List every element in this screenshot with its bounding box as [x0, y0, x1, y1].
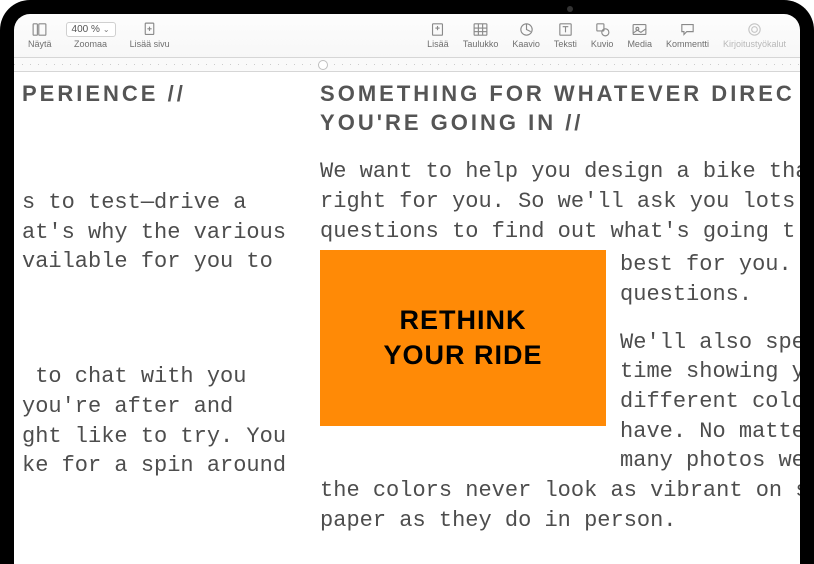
chart-label: Kaavio	[512, 39, 540, 49]
shape-button[interactable]: Kuvio	[585, 20, 620, 49]
chart-icon	[516, 20, 536, 38]
toolbar: Näytä 400 % ⌄ Zoomaa Lisää sivu	[14, 14, 800, 58]
table-label: Taulukko	[463, 39, 499, 49]
add-page-label: Lisää sivu	[130, 39, 170, 49]
left-column: PERIENCE // s to test—drive a at's why t…	[14, 80, 294, 564]
insert-button[interactable]: Lisää	[421, 20, 455, 49]
writing-tools-icon	[744, 20, 764, 38]
document-canvas[interactable]: PERIENCE // s to test—drive a at's why t…	[14, 72, 800, 564]
add-page-icon	[140, 20, 160, 38]
view-icon	[30, 20, 50, 38]
page-break-marker[interactable]	[318, 60, 328, 70]
chevron-down-icon: ⌄	[103, 25, 110, 34]
insert-label: Lisää	[427, 39, 449, 49]
callout-line: RETHINK	[384, 303, 543, 338]
shape-label: Kuvio	[591, 39, 614, 49]
text-button[interactable]: Teksti	[548, 20, 583, 49]
zoom-label: Zoomaa	[74, 39, 107, 49]
body-text: s to test—drive a at's why the various v…	[22, 188, 286, 277]
shape-icon	[592, 20, 612, 38]
comment-label: Kommentti	[666, 39, 709, 49]
view-button[interactable]: Näytä	[22, 20, 58, 49]
table-icon	[471, 20, 491, 38]
view-label: Näytä	[28, 39, 52, 49]
zoom-value: 400 %	[72, 24, 100, 35]
device-camera	[567, 6, 573, 12]
body-text: the colors never look as vibrant on s pa…	[320, 476, 800, 535]
insert-icon	[428, 20, 448, 38]
writing-tools-label: Kirjoitustyökalut	[723, 39, 786, 49]
comment-icon	[677, 20, 697, 38]
callout-line: YOUR RIDE	[384, 338, 543, 373]
callout-box[interactable]: RETHINK YOUR RIDE	[320, 250, 606, 426]
media-icon	[630, 20, 650, 38]
right-column: SOMETHING FOR WHATEVER DIREC YOU'RE GOIN…	[294, 80, 800, 564]
media-button[interactable]: Media	[621, 20, 658, 49]
media-label: Media	[627, 39, 652, 49]
chart-button[interactable]: Kaavio	[506, 20, 546, 49]
zoom-button[interactable]: 400 % ⌄ Zoomaa	[60, 20, 122, 49]
writing-tools-button[interactable]: Kirjoitustyökalut	[717, 20, 792, 49]
comment-button[interactable]: Kommentti	[660, 20, 715, 49]
body-text: to chat with you you're after and ght li…	[22, 362, 286, 481]
text-icon	[555, 20, 575, 38]
right-section-title: SOMETHING FOR WHATEVER DIREC YOU'RE GOIN…	[320, 80, 800, 137]
left-section-title: PERIENCE //	[22, 80, 286, 109]
body-text: We want to help you design a bike tha ri…	[320, 157, 800, 246]
page-ruler	[14, 58, 800, 72]
add-page-button[interactable]: Lisää sivu	[124, 20, 176, 49]
app-window: Näytä 400 % ⌄ Zoomaa Lisää sivu	[14, 14, 800, 564]
table-button[interactable]: Taulukko	[457, 20, 505, 49]
text-label: Teksti	[554, 39, 577, 49]
